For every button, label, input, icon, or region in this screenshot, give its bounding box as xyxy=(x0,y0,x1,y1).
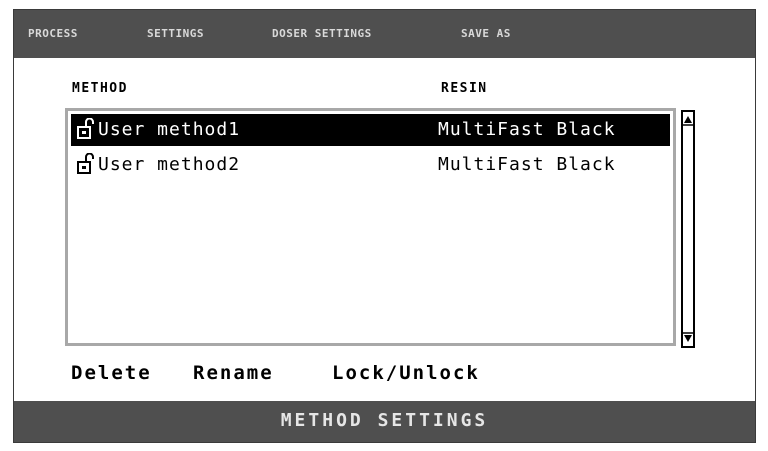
column-header-method: METHOD xyxy=(72,81,128,96)
list-item[interactable]: User method2 MultiFast Black xyxy=(71,149,670,181)
scroll-down-arrow-icon[interactable] xyxy=(683,332,693,344)
method-name: User method1 xyxy=(98,119,241,140)
screen-title: METHOD SETTINGS xyxy=(280,410,489,431)
method-name: User method2 xyxy=(98,154,241,175)
method-settings-screen: PROCESS SETTINGS DOSER SETTINGS SAVE AS … xyxy=(13,9,756,443)
tab-settings[interactable]: SETTINGS xyxy=(147,27,204,40)
list-item[interactable]: User method1 MultiFast Black xyxy=(71,114,670,146)
tab-doser-settings[interactable]: DOSER SETTINGS xyxy=(272,27,372,40)
footer-bar: METHOD SETTINGS xyxy=(14,401,755,442)
scrollbar[interactable] xyxy=(681,110,695,348)
tab-process[interactable]: PROCESS xyxy=(28,27,78,40)
tab-save-as[interactable]: SAVE AS xyxy=(461,27,511,40)
column-header-resin: RESIN xyxy=(441,81,488,96)
unlocked-lock-icon xyxy=(77,153,94,174)
resin-name: MultiFast Black xyxy=(438,119,616,140)
lock-unlock-button[interactable]: Lock/Unlock xyxy=(332,362,480,384)
resin-name: MultiFast Black xyxy=(438,154,616,175)
scroll-up-arrow-icon[interactable] xyxy=(683,114,693,126)
method-list[interactable]: User method1 MultiFast Black User method… xyxy=(65,108,676,346)
delete-button[interactable]: Delete xyxy=(71,362,152,384)
top-menu-bar: PROCESS SETTINGS DOSER SETTINGS SAVE AS xyxy=(14,10,755,58)
unlocked-lock-icon xyxy=(77,118,94,139)
rename-button[interactable]: Rename xyxy=(193,362,274,384)
